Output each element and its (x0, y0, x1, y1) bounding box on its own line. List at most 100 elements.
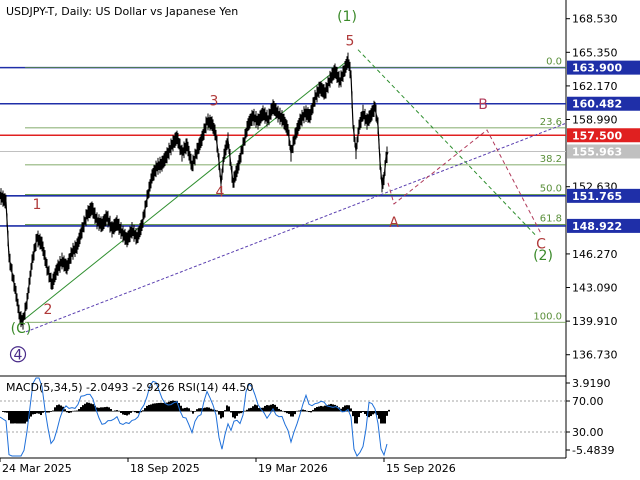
macd-histogram-bar (386, 411, 388, 416)
macd-histogram-bar (334, 404, 336, 412)
chart-title: USDJPY-T, Daily: US Dollar vs Japanese Y… (6, 5, 238, 18)
macd-histogram-bar (108, 407, 110, 412)
macd-histogram-bar (332, 404, 334, 412)
macd-histogram-bar (204, 407, 206, 412)
macd-histogram-bar (354, 411, 356, 424)
macd-histogram-bar (350, 408, 352, 412)
macd-histogram-bar (68, 411, 70, 413)
macd-histogram-bar (170, 400, 172, 412)
macd-histogram-bar (32, 411, 34, 415)
macd-histogram-bar (112, 410, 114, 412)
macd-histogram-bar (106, 406, 108, 412)
macd-histogram-bar (220, 411, 222, 419)
macd-histogram-bar (308, 411, 310, 413)
macd-histogram-bar (168, 401, 170, 412)
y-tick-label-6: 143.090 (572, 282, 618, 295)
macd-histogram-bar (136, 411, 138, 414)
macd-histogram-bar (240, 411, 242, 414)
macd-histogram-bar (250, 407, 252, 412)
macd-axis-label-0: 3.9190 (572, 377, 611, 390)
macd-histogram-bar (322, 406, 324, 412)
macd-histogram-bar (276, 406, 278, 412)
macd-histogram-bar (160, 402, 162, 412)
macd-histogram-bar (286, 411, 288, 414)
macd-axis-label-2: 30.00 (572, 426, 604, 439)
price-tag-label-3: 155.963 (572, 145, 622, 158)
macd-histogram-bar (80, 407, 82, 412)
price-tag-label-1: 160.482 (572, 98, 622, 111)
macd-histogram-bar (146, 405, 148, 412)
macd-histogram-bar (246, 409, 248, 412)
price-tag-label-0: 163.900 (572, 62, 622, 75)
macd-histogram-bar (154, 403, 156, 412)
macd-histogram-bar (26, 411, 28, 422)
macd-histogram-bar (144, 408, 146, 412)
macd-histogram-bar (318, 406, 320, 412)
macd-histogram-bar (102, 407, 104, 412)
wave-label-4: 5 (346, 33, 355, 49)
macd-histogram-bar (150, 404, 152, 412)
macd-histogram-bar (224, 410, 226, 412)
macd-histogram-bar (64, 409, 66, 412)
macd-histogram-bar (266, 405, 268, 412)
macd-histogram-bar (36, 411, 38, 414)
macd-histogram-bar (188, 408, 190, 412)
macd-histogram-bar (284, 411, 286, 413)
macd-histogram-bar (134, 411, 136, 413)
macd-histogram-bar (70, 411, 72, 413)
macd-histogram-bar (30, 411, 32, 417)
macd-histogram-bar (190, 410, 192, 412)
macd-histogram-bar (370, 411, 372, 417)
macd-histogram-bar (42, 411, 44, 413)
macd-histogram-bar (298, 410, 300, 412)
macd-histogram-bar (90, 403, 92, 412)
macd-histogram-bar (158, 402, 160, 412)
macd-histogram-bar (234, 411, 236, 419)
macd-histogram-bar (210, 408, 212, 412)
wave-label-11: (2) (533, 248, 553, 264)
macd-histogram-bar (378, 411, 380, 419)
macd-histogram-bar (98, 407, 100, 412)
macd-histogram-bar (10, 411, 12, 424)
macd-histogram-bar (182, 408, 184, 412)
macd-histogram-bar (212, 409, 214, 412)
macd-histogram-bar (92, 404, 94, 412)
macd-histogram-bar (152, 403, 154, 412)
macd-histogram-bar (236, 411, 238, 416)
macd-histogram-bar (114, 410, 116, 412)
macd-histogram-bar (82, 405, 84, 412)
macd-histogram-bar (264, 405, 266, 412)
macd-histogram-bar (50, 411, 52, 412)
macd-histogram-bar (60, 405, 62, 412)
wave-label-0: 1 (33, 197, 42, 213)
macd-histogram-bar (258, 408, 260, 412)
macd-histogram-bar (310, 411, 312, 413)
macd-histogram-bar (356, 411, 358, 424)
macd-histogram-bar (84, 403, 86, 412)
y-tick-label-1: 165.350 (572, 46, 618, 59)
macd-histogram-bar (216, 410, 218, 412)
macd-histogram-bar (388, 409, 390, 412)
macd-histogram-bar (278, 408, 280, 412)
x-tick-label-3: 15 Sep 2026 (386, 462, 456, 475)
macd-histogram-bar (364, 411, 366, 415)
macd-histogram-bar (186, 407, 188, 412)
macd-histogram-bar (72, 410, 74, 412)
macd-histogram-bar (328, 404, 330, 412)
macd-histogram-bar (282, 410, 284, 412)
x-tick-label-1: 18 Sep 2025 (130, 462, 200, 475)
macd-histogram-bar (148, 404, 150, 412)
macd-histogram-bar (184, 407, 186, 412)
macd-histogram-bar (74, 410, 76, 412)
macd-histogram-bar (122, 411, 124, 415)
macd-histogram-bar (292, 411, 294, 417)
macd-histogram-bar (226, 405, 228, 412)
macd-histogram-bar (100, 407, 102, 412)
macd-histogram-bar (66, 411, 68, 413)
macd-histogram-bar (8, 411, 10, 421)
wave-label-1: 2 (44, 302, 53, 318)
macd-histogram-bar (130, 411, 132, 413)
macd-histogram-bar (162, 402, 164, 412)
macd-histogram-bar (38, 411, 40, 414)
macd-axis-label-1: 70.00 (572, 395, 604, 408)
